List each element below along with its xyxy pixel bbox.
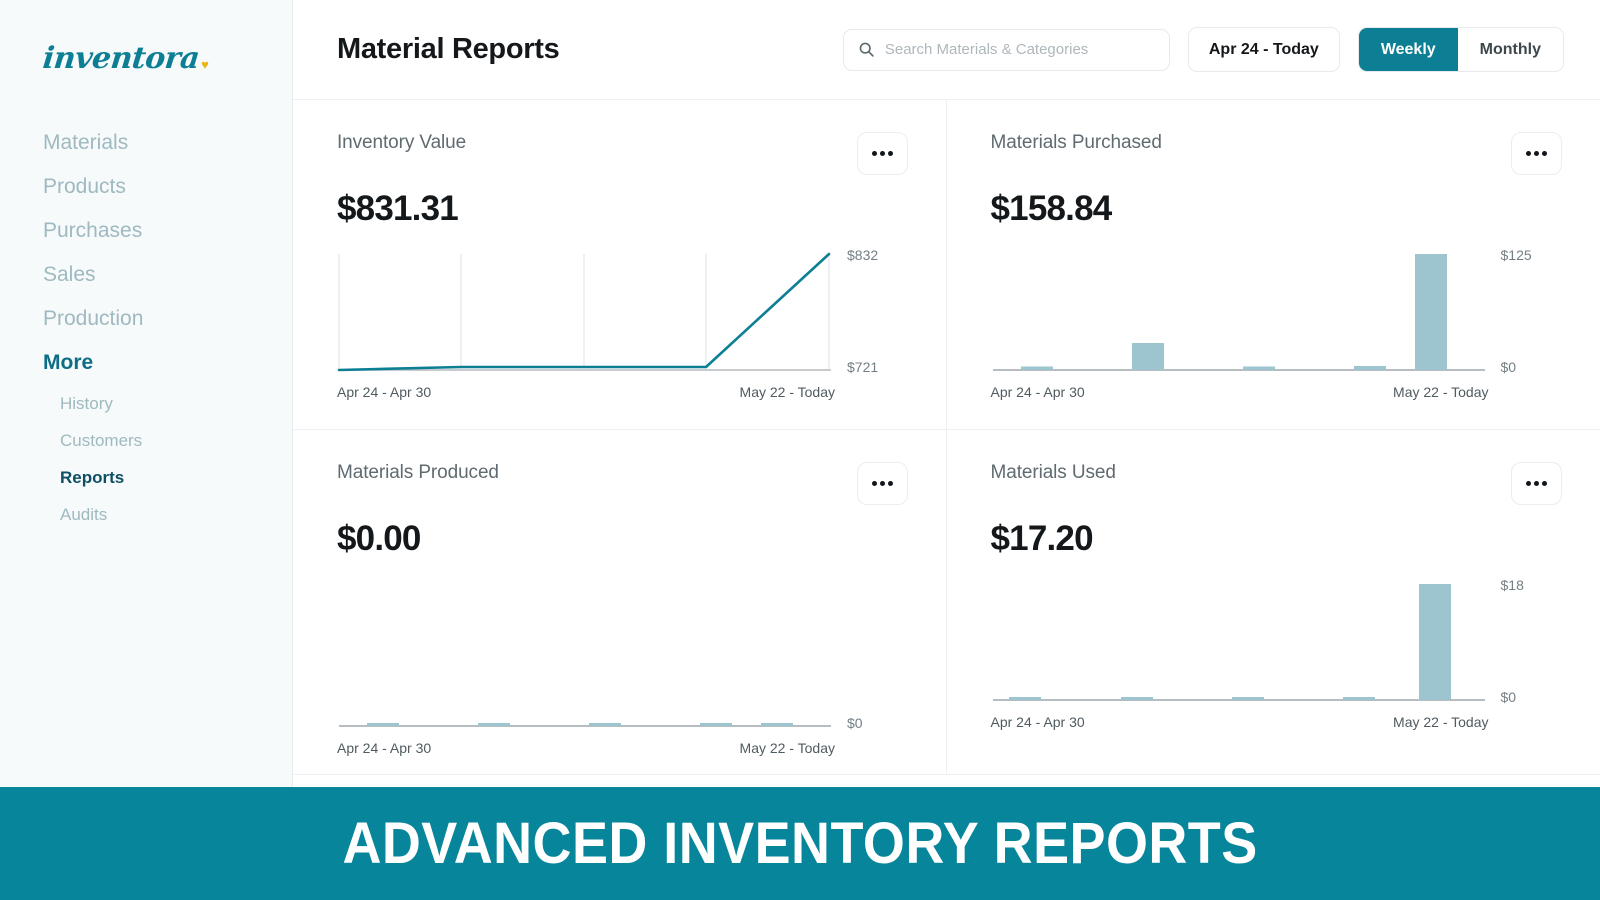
card-materials-produced: Materials Produced $0.00 bbox=[293, 430, 947, 775]
card-menu-button[interactable] bbox=[1511, 132, 1562, 175]
sidebar-item-more[interactable]: More bbox=[0, 341, 292, 385]
more-icon bbox=[888, 151, 893, 156]
x-axis-start-label: Apr 24 - Apr 30 bbox=[337, 740, 431, 756]
card-materials-used: Materials Used $17.20 bbox=[947, 430, 1600, 775]
x-axis-end-label: May 22 - Today bbox=[740, 740, 835, 756]
more-icon bbox=[880, 151, 885, 156]
y-axis-max-label: $832 bbox=[847, 247, 878, 263]
x-axis-start-label: Apr 24 - Apr 30 bbox=[991, 384, 1085, 400]
x-axis-start-label: Apr 24 - Apr 30 bbox=[991, 714, 1085, 730]
y-axis-min-label: $721 bbox=[847, 359, 878, 375]
sidebar-item-history[interactable]: History bbox=[0, 385, 292, 422]
card-title: Materials Produced bbox=[337, 462, 499, 484]
x-axis-labels: Apr 24 - Apr 30 May 22 - Today bbox=[337, 740, 835, 756]
card-header: Materials Used bbox=[991, 462, 1563, 505]
sidebar-item-materials[interactable]: Materials bbox=[0, 121, 292, 165]
chart-materials-produced: $0 Apr 24 - Apr 30 May 22 - Today bbox=[337, 607, 908, 756]
more-icon bbox=[1542, 151, 1547, 156]
x-axis-start-label: Apr 24 - Apr 30 bbox=[337, 384, 431, 400]
card-header: Materials Produced bbox=[337, 462, 908, 505]
sidebar-item-production[interactable]: Production bbox=[0, 297, 292, 341]
tab-weekly[interactable]: Weekly bbox=[1359, 28, 1458, 71]
card-value: $17.20 bbox=[991, 519, 1563, 559]
x-axis-end-label: May 22 - Today bbox=[1393, 714, 1488, 730]
heart-icon: ♥ bbox=[201, 57, 209, 72]
sidebar: inventora ♥ Materials Products Purchases… bbox=[0, 0, 293, 900]
date-range-button[interactable]: Apr 24 - Today bbox=[1188, 27, 1340, 72]
app-logo[interactable]: inventora ♥ bbox=[43, 36, 292, 76]
search-input[interactable] bbox=[885, 41, 1155, 58]
card-title: Materials Used bbox=[991, 462, 1116, 484]
bar-chart-svg bbox=[337, 607, 835, 732]
more-icon bbox=[1534, 151, 1539, 156]
y-axis-max-label: $125 bbox=[1501, 247, 1532, 263]
logo-wordmark: inventora bbox=[41, 41, 201, 76]
app-root: inventora ♥ Materials Products Purchases… bbox=[0, 0, 1600, 900]
sidebar-item-customers[interactable]: Customers bbox=[0, 422, 292, 459]
card-value: $0.00 bbox=[337, 519, 908, 559]
page-title: Material Reports bbox=[337, 33, 559, 66]
y-axis-min-label: $0 bbox=[1501, 359, 1517, 375]
sidebar-item-reports[interactable]: Reports bbox=[0, 459, 292, 496]
more-icon bbox=[888, 481, 893, 486]
line-chart-svg bbox=[337, 251, 835, 376]
search-icon bbox=[858, 41, 875, 58]
sidebar-nav: Materials Products Purchases Sales Produ… bbox=[0, 121, 292, 533]
card-menu-button[interactable] bbox=[857, 132, 908, 175]
x-axis-labels: Apr 24 - Apr 30 May 22 - Today bbox=[991, 384, 1489, 400]
card-inventory-value: Inventory Value $831.31 bbox=[293, 100, 947, 430]
card-value: $831.31 bbox=[337, 189, 908, 229]
x-axis-labels: Apr 24 - Apr 30 May 22 - Today bbox=[337, 384, 835, 400]
more-icon bbox=[872, 481, 877, 486]
search-box[interactable] bbox=[843, 29, 1170, 71]
x-axis-end-label: May 22 - Today bbox=[1393, 384, 1488, 400]
sidebar-item-sales[interactable]: Sales bbox=[0, 253, 292, 297]
sidebar-item-audits[interactable]: Audits bbox=[0, 496, 292, 533]
more-icon bbox=[1526, 481, 1531, 486]
y-axis-min-label: $0 bbox=[847, 715, 863, 731]
promo-banner: ADVANCED INVENTORY REPORTS bbox=[0, 787, 1600, 900]
bar-chart-svg bbox=[991, 251, 1489, 376]
chart-inventory-value: $832 $721 Apr 24 - Apr 30 May 22 - Today bbox=[337, 251, 908, 400]
tab-monthly[interactable]: Monthly bbox=[1458, 28, 1563, 71]
x-axis-labels: Apr 24 - Apr 30 May 22 - Today bbox=[991, 714, 1489, 730]
more-icon bbox=[880, 481, 885, 486]
more-icon bbox=[1526, 151, 1531, 156]
promo-banner-text: ADVANCED INVENTORY REPORTS bbox=[342, 810, 1257, 877]
page-header: Material Reports Apr 24 - Today Weekly M… bbox=[293, 0, 1600, 100]
card-materials-purchased: Materials Purchased $158.84 bbox=[947, 100, 1600, 430]
card-title: Inventory Value bbox=[337, 132, 466, 154]
card-menu-button[interactable] bbox=[1511, 462, 1562, 505]
reports-grid: Inventory Value $831.31 bbox=[293, 100, 1600, 775]
y-axis-max-label: $18 bbox=[1501, 577, 1524, 593]
card-title: Materials Purchased bbox=[991, 132, 1162, 154]
card-menu-button[interactable] bbox=[857, 462, 908, 505]
sidebar-item-purchases[interactable]: Purchases bbox=[0, 209, 292, 253]
chart-materials-purchased: $125 $0 Apr 24 - Apr 30 May 22 - Today bbox=[991, 251, 1563, 400]
more-icon bbox=[872, 151, 877, 156]
sidebar-item-products[interactable]: Products bbox=[0, 165, 292, 209]
more-icon bbox=[1534, 481, 1539, 486]
y-axis-min-label: $0 bbox=[1501, 689, 1517, 705]
x-axis-end-label: May 22 - Today bbox=[740, 384, 835, 400]
card-header: Materials Purchased bbox=[991, 132, 1563, 175]
card-value: $158.84 bbox=[991, 189, 1563, 229]
main-content: Material Reports Apr 24 - Today Weekly M… bbox=[293, 0, 1600, 900]
bar-chart-svg bbox=[991, 581, 1489, 706]
more-icon bbox=[1542, 481, 1547, 486]
card-header: Inventory Value bbox=[337, 132, 908, 175]
period-segmented-control: Weekly Monthly bbox=[1358, 27, 1564, 72]
header-controls: Apr 24 - Today Weekly Monthly bbox=[843, 27, 1564, 72]
chart-materials-used: $18 $0 Apr 24 - Apr 30 May 22 - Today bbox=[991, 581, 1563, 730]
